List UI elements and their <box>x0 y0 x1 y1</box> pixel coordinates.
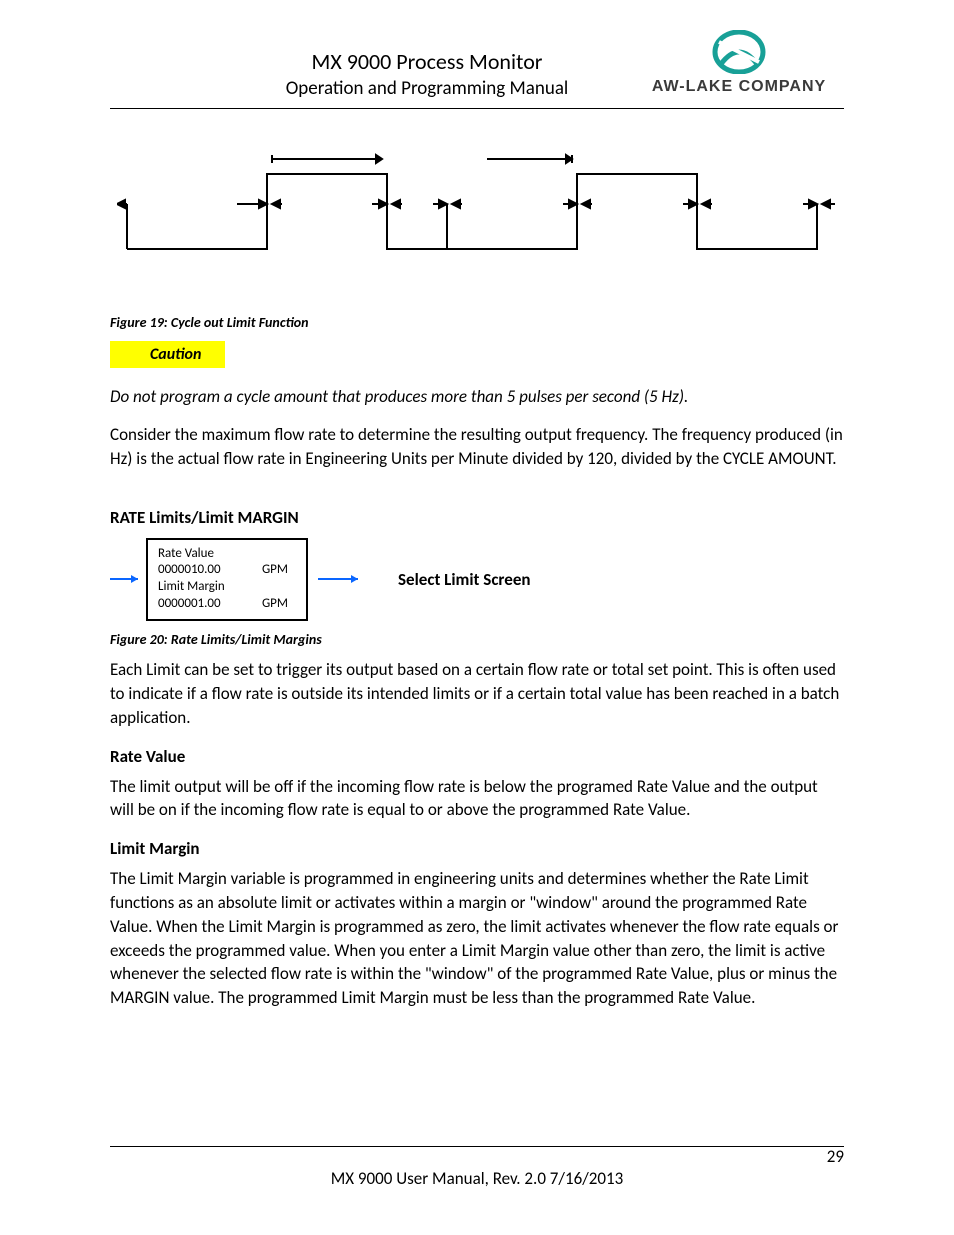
figure-20-caption: Figure 20: Rate Limits/Limit Margins <box>110 631 844 648</box>
footer-rule <box>110 1146 844 1147</box>
caution-label: Caution <box>110 341 225 368</box>
subheading-rate-value: Rate Value <box>110 746 844 767</box>
paragraph-limit-margin: The Limit Margin variable is programmed … <box>110 867 844 1010</box>
company-logo: AW-LAKE COMPANY <box>634 30 844 96</box>
caution-text: Do not program a cycle amount that produ… <box>110 386 844 407</box>
rate-box-l1: Rate Value <box>158 546 288 563</box>
arrow-left-icon <box>110 569 146 589</box>
rate-box-l4-left: 0000001.00 <box>158 596 221 613</box>
doc-title: MX 9000 Process Monitor <box>220 48 634 75</box>
rate-box-l4-right: GPM <box>262 596 288 613</box>
select-limit-label: Select Limit Screen <box>398 569 531 590</box>
arrow-right-icon <box>318 569 368 589</box>
section-rate-limits: RATE Limits/Limit MARGIN <box>110 507 844 528</box>
header-titles: MX 9000 Process Monitor Operation and Pr… <box>220 30 634 100</box>
document-page: MX 9000 Process Monitor Operation and Pr… <box>0 0 954 1235</box>
paragraph-rate-value: The limit output will be off if the inco… <box>110 775 844 823</box>
page-number: 29 <box>827 1146 844 1167</box>
subheading-limit-margin: Limit Margin <box>110 838 844 859</box>
paragraph-freq: Consider the maximum flow rate to determ… <box>110 423 844 471</box>
figure-19-caption: Figure 19: Cycle out Limit Function <box>110 314 844 331</box>
paragraph-each-limit: Each Limit can be set to trigger its out… <box>110 658 844 729</box>
footer-text: MX 9000 User Manual, Rev. 2.0 7/16/2013 <box>110 1168 844 1189</box>
rate-value-box: Rate Value 0000010.00 GPM Limit Margin 00… <box>146 538 308 622</box>
rate-box-l2-right: GPM <box>262 562 288 579</box>
rate-box-row: Rate Value 0000010.00 GPM Limit Margin 00… <box>110 538 844 622</box>
company-name: AW-LAKE COMPANY <box>634 78 844 96</box>
page-header: MX 9000 Process Monitor Operation and Pr… <box>110 30 844 109</box>
doc-subtitle: Operation and Programming Manual <box>220 77 634 100</box>
logo-icon <box>634 30 844 74</box>
rate-box-l2-left: 0000010.00 <box>158 562 221 579</box>
rate-box-l3: Limit Margin <box>158 579 288 596</box>
figure-19-diagram <box>110 149 844 274</box>
